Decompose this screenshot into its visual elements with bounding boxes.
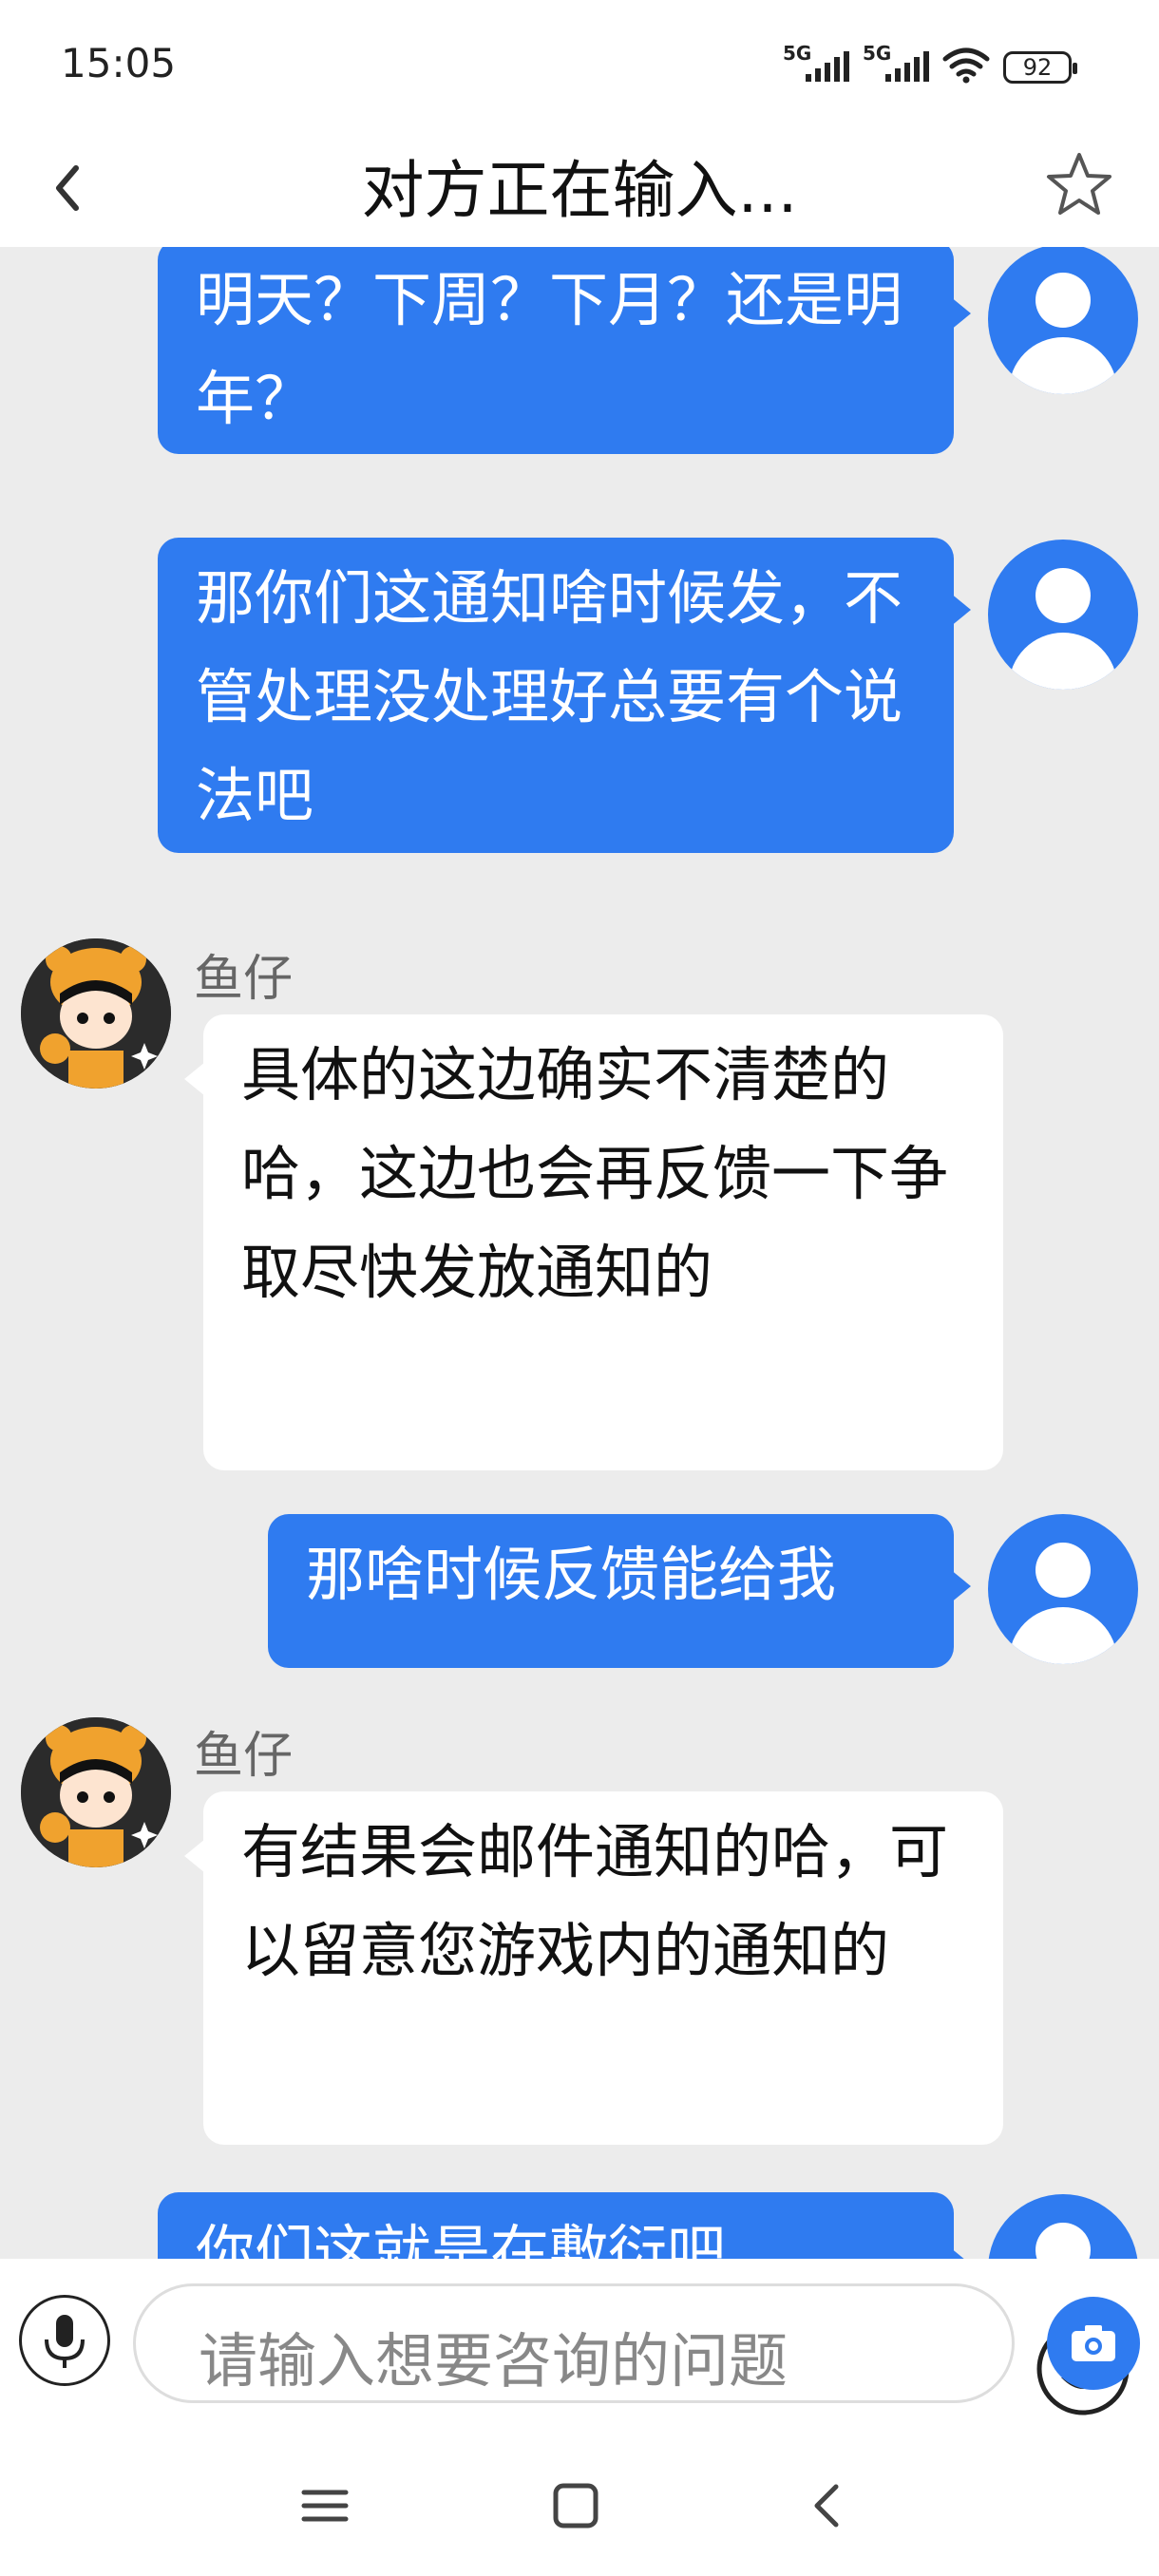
battery-icon: 92: [1003, 51, 1077, 84]
message-bubble-user[interactable]: 那啥时候反馈能给我: [268, 1514, 954, 1668]
status-time: 15:05: [61, 40, 177, 86]
message-text: 那啥时候反馈能给我: [306, 1540, 837, 1609]
sender-name: 鱼仔: [194, 951, 294, 1008]
agent-avatar: [21, 1717, 171, 1867]
chat-header: 对方正在输入...: [0, 128, 1159, 247]
user-avatar: [988, 2194, 1138, 2259]
nav-back-icon[interactable]: [800, 2477, 857, 2534]
camera-button[interactable]: [1047, 2297, 1140, 2390]
message-text: 有结果会邮件通知的哈，可以留意您游戏内的通知的: [241, 1817, 949, 1985]
status-bar: 15:05 5G 5G 92: [0, 0, 1159, 128]
mic-button[interactable]: [19, 2295, 110, 2386]
signal-icon-2: 5G: [863, 42, 929, 84]
message-bubble-user[interactable]: 那你们这通知啥时候发，不管处理没处理好总要有个说法吧: [158, 538, 954, 853]
menu-icon[interactable]: [296, 2477, 353, 2534]
message-text: 具体的这边确实不清楚的哈，这边也会再反馈一下争取尽快发放通知的: [241, 1040, 949, 1307]
message-bubble-agent[interactable]: 具体的这边确实不清楚的哈，这边也会再反馈一下争取尽快发放通知的: [203, 1014, 1003, 1470]
question-input[interactable]: 请输入想要咨询的问题: [133, 2283, 1130, 2415]
message-bubble-user[interactable]: 明天？下周？下月？还是明年？: [158, 247, 954, 454]
user-avatar: [988, 1514, 1138, 1664]
sender-name: 鱼仔: [194, 1728, 294, 1785]
signal-icon-1: 5G: [783, 42, 849, 84]
mic-icon: [45, 2315, 85, 2368]
wifi-icon: [942, 47, 990, 84]
message-text: 明天？下周？下月？还是明年？: [196, 265, 903, 433]
home-icon[interactable]: [547, 2477, 604, 2534]
status-icons: 5G 5G 92: [783, 42, 1077, 84]
camera-icon: [1072, 2325, 1115, 2361]
agent-avatar: [21, 938, 171, 1089]
user-avatar: [988, 247, 1138, 394]
message-text: 你们这就是在敷衍吧: [196, 2218, 727, 2259]
input-bar: 请输入想要咨询的问题: [0, 2259, 1159, 2576]
input-placeholder: 请输入想要咨询的问题: [199, 2326, 788, 2396]
chat-area[interactable]: 明天？下周？下月？还是明年？ 那你们这通知啥时候发，不管处理没处理好总要有个说法…: [0, 247, 1159, 2259]
message-text: 那你们这通知啥时候发，不管处理没处理好总要有个说法吧: [196, 563, 903, 830]
page-title: 对方正在输入...: [361, 154, 798, 227]
user-avatar: [988, 540, 1138, 690]
star-icon[interactable]: [1041, 147, 1117, 223]
message-bubble-agent[interactable]: 有结果会邮件通知的哈，可以留意您游戏内的通知的: [203, 1791, 1003, 2145]
message-bubble-user[interactable]: 你们这就是在敷衍吧: [158, 2192, 954, 2259]
